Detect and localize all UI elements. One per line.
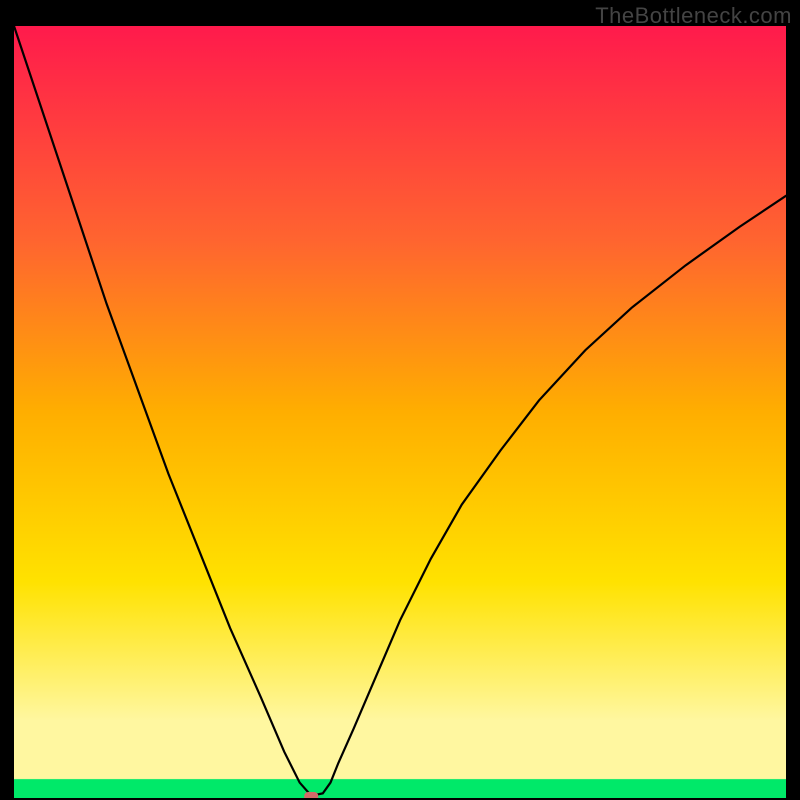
optimal-point-marker [304, 792, 318, 798]
watermark-text: TheBottleneck.com [595, 3, 792, 29]
gradient-background [14, 26, 786, 798]
bottleneck-chart [14, 26, 786, 798]
